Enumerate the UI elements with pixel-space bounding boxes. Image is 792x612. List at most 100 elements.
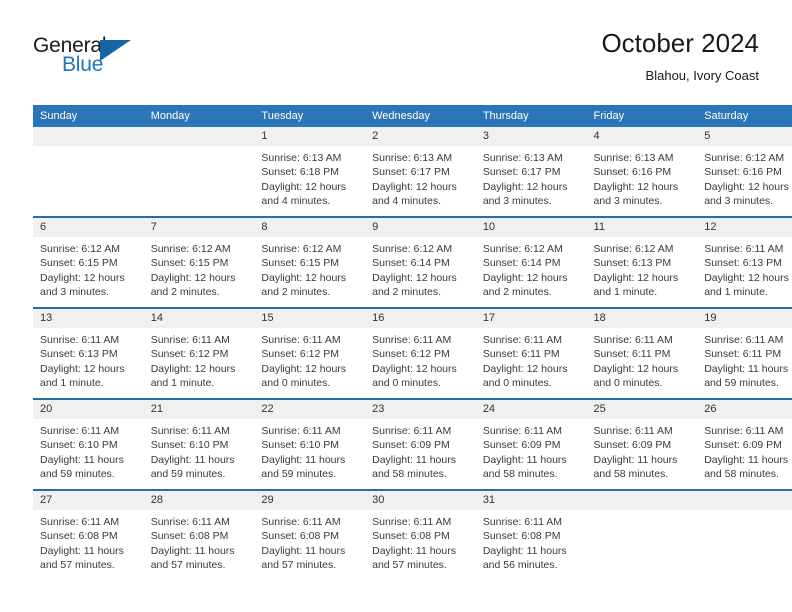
day-details: Sunrise: 6:12 AM Sunset: 6:14 PM Daylight:… xyxy=(365,237,476,300)
day-number: 6 xyxy=(33,218,144,237)
calendar-day-cell[interactable]: 23 Sunrise: 6:11 AM Sunset: 6:09 PM Dayligh… xyxy=(365,398,476,490)
day-number: 13 xyxy=(33,309,144,328)
day-number: 30 xyxy=(365,491,476,510)
sunrise-text: Sunrise: 6:12 AM xyxy=(593,243,674,255)
daylight-text: Daylight: 11 hours xyxy=(40,544,124,557)
calendar-day-cell[interactable]: 28 Sunrise: 6:11 AM Sunset: 6:08 PM Dayligh… xyxy=(143,489,255,580)
calendar-day-cell[interactable]: 27 Sunrise: 6:11 AM Sunset: 6:08 PM Dayligh… xyxy=(33,489,144,580)
daylight-text: Daylight: 11 hours xyxy=(704,453,789,466)
page-title: October 2024 xyxy=(601,28,759,58)
calendar-day-cell[interactable]: 21 Sunrise: 6:11 AM Sunset: 6:10 PM Dayligh… xyxy=(143,398,255,490)
daylight-text: Daylight: 11 hours xyxy=(150,544,235,557)
daylight-text: Daylight: 12 hours xyxy=(372,362,457,375)
day-number: 15 xyxy=(254,309,366,328)
day-details: Sunrise: 6:11 AM Sunset: 6:09 PM Daylight:… xyxy=(476,419,587,482)
sunrise-text: Sunrise: 6:12 AM xyxy=(261,243,342,255)
daylight-text-cont: and 57 minutes. xyxy=(372,559,447,572)
daylight-text: Daylight: 12 hours xyxy=(704,271,789,284)
sunset-text: Sunset: 6:12 PM xyxy=(261,348,340,361)
weekday-header-tuesday: Tuesday xyxy=(254,105,366,127)
calendar-day-cell[interactable]: 14 Sunrise: 6:11 AM Sunset: 6:12 PM Dayligh… xyxy=(143,307,255,399)
day-number: 20 xyxy=(33,400,144,419)
sunset-text: Sunset: 6:16 PM xyxy=(593,166,672,179)
sunset-text: Sunset: 6:08 PM xyxy=(261,530,340,543)
sunrise-text: Sunrise: 6:11 AM xyxy=(372,425,452,437)
calendar-day-cell[interactable]: 10 Sunrise: 6:12 AM Sunset: 6:14 PM Dayligh… xyxy=(475,216,587,308)
sunset-text: Sunset: 6:09 PM xyxy=(372,439,450,452)
sunrise-text: Sunrise: 6:12 AM xyxy=(40,243,120,255)
calendar-day-cell[interactable]: 1 Sunrise: 6:13 AM Sunset: 6:18 PM Daylight… xyxy=(254,127,366,217)
day-details xyxy=(697,510,792,515)
page-header: General Blue October 2024 Blahou, Ivory … xyxy=(33,28,759,98)
weekday-header-sunday: Sunday xyxy=(33,105,144,127)
calendar-day-cell[interactable]: 13 Sunrise: 6:11 AM Sunset: 6:13 PM Dayligh… xyxy=(33,307,144,399)
calendar-day-cell[interactable]: 11 Sunrise: 6:12 AM Sunset: 6:13 PM Dayligh… xyxy=(586,216,698,308)
day-number xyxy=(586,491,698,510)
sunset-text: Sunset: 6:11 PM xyxy=(482,348,560,361)
calendar-day-cell[interactable]: 26 Sunrise: 6:11 AM Sunset: 6:09 PM Dayligh… xyxy=(697,398,792,490)
sunrise-text: Sunrise: 6:11 AM xyxy=(372,516,452,528)
calendar-day-cell[interactable]: 2 Sunrise: 6:13 AM Sunset: 6:17 PM Daylight… xyxy=(365,127,476,217)
calendar-day-cell[interactable]: 25 Sunrise: 6:11 AM Sunset: 6:09 PM Dayligh… xyxy=(586,398,698,490)
day-details: Sunrise: 6:11 AM Sunset: 6:10 PM Daylight:… xyxy=(144,419,255,482)
calendar-day-cell[interactable]: 6 Sunrise: 6:12 AM Sunset: 6:15 PM Daylight… xyxy=(33,216,144,308)
calendar-day-cell[interactable]: 4 Sunrise: 6:13 AM Sunset: 6:16 PM Daylight… xyxy=(586,127,698,217)
calendar-day-cell[interactable]: 31 Sunrise: 6:11 AM Sunset: 6:08 PM Dayligh… xyxy=(475,489,587,580)
weekday-header-monday: Monday xyxy=(143,105,255,127)
daylight-text-cont: and 58 minutes. xyxy=(372,468,447,481)
daylight-text: Daylight: 11 hours xyxy=(593,453,678,466)
day-number: 7 xyxy=(143,218,255,237)
daylight-text: Daylight: 12 hours xyxy=(372,180,457,193)
day-details: Sunrise: 6:13 AM Sunset: 6:18 PM Daylight:… xyxy=(254,146,365,209)
calendar-day-cell[interactable]: 16 Sunrise: 6:11 AM Sunset: 6:12 PM Dayligh… xyxy=(365,307,476,399)
daylight-text-cont: and 4 minutes. xyxy=(372,195,441,208)
calendar-day-cell[interactable]: 20 Sunrise: 6:11 AM Sunset: 6:10 PM Dayligh… xyxy=(33,398,144,490)
sunset-text: Sunset: 6:10 PM xyxy=(40,439,118,452)
day-details xyxy=(144,146,255,151)
sunset-text: Sunset: 6:12 PM xyxy=(372,348,450,361)
calendar-day-cell[interactable]: 29 Sunrise: 6:11 AM Sunset: 6:08 PM Dayligh… xyxy=(254,489,366,580)
calendar-day-cell[interactable]: 17 Sunrise: 6:11 AM Sunset: 6:11 PM Dayligh… xyxy=(475,307,587,399)
sunrise-text: Sunrise: 6:11 AM xyxy=(150,425,230,437)
day-number: 8 xyxy=(254,218,366,237)
calendar-day-cell[interactable]: 19 Sunrise: 6:11 AM Sunset: 6:11 PM Dayligh… xyxy=(697,307,792,399)
sunset-text: Sunset: 6:09 PM xyxy=(593,439,672,452)
calendar-day-cell[interactable]: 12 Sunrise: 6:11 AM Sunset: 6:13 PM Dayligh… xyxy=(697,216,792,308)
sunrise-text: Sunrise: 6:11 AM xyxy=(372,334,452,346)
calendar-day-cell[interactable]: 22 Sunrise: 6:11 AM Sunset: 6:10 PM Dayligh… xyxy=(254,398,366,490)
calendar-day-cell-empty xyxy=(697,489,792,580)
day-details: Sunrise: 6:11 AM Sunset: 6:11 PM Daylight:… xyxy=(587,328,698,391)
daylight-text: Daylight: 12 hours xyxy=(704,180,789,193)
calendar-week-row: 1 Sunrise: 6:13 AM Sunset: 6:18 PM Daylight… xyxy=(33,127,792,217)
calendar-day-cell[interactable]: 5 Sunrise: 6:12 AM Sunset: 6:16 PM Daylight… xyxy=(697,127,792,217)
calendar-day-cell[interactable]: 7 Sunrise: 6:12 AM Sunset: 6:15 PM Daylight… xyxy=(143,216,255,308)
daylight-text-cont: and 3 minutes. xyxy=(40,286,109,299)
calendar-day-cell[interactable]: 8 Sunrise: 6:12 AM Sunset: 6:15 PM Daylight… xyxy=(254,216,366,308)
calendar-day-cell[interactable]: 15 Sunrise: 6:11 AM Sunset: 6:12 PM Dayligh… xyxy=(254,307,366,399)
daylight-text-cont: and 57 minutes. xyxy=(150,559,226,572)
daylight-text-cont: and 58 minutes. xyxy=(482,468,558,481)
sunrise-text: Sunrise: 6:11 AM xyxy=(261,334,341,346)
calendar-day-cell[interactable]: 24 Sunrise: 6:11 AM Sunset: 6:09 PM Dayligh… xyxy=(475,398,587,490)
daylight-text: Daylight: 12 hours xyxy=(372,271,457,284)
daylight-text-cont: and 58 minutes. xyxy=(593,468,669,481)
weekday-header-saturday: Saturday xyxy=(697,105,792,127)
day-number: 31 xyxy=(475,491,587,510)
calendar-day-cell[interactable]: 18 Sunrise: 6:11 AM Sunset: 6:11 PM Dayligh… xyxy=(586,307,698,399)
day-details: Sunrise: 6:13 AM Sunset: 6:16 PM Daylight:… xyxy=(587,146,698,209)
sunset-text: Sunset: 6:14 PM xyxy=(372,257,450,270)
calendar-page: General Blue October 2024 Blahou, Ivory … xyxy=(0,0,792,612)
daylight-text-cont: and 59 minutes. xyxy=(704,377,779,390)
sunset-text: Sunset: 6:17 PM xyxy=(372,166,450,179)
day-number: 23 xyxy=(365,400,476,419)
day-number xyxy=(143,127,255,146)
calendar-day-cell[interactable]: 9 Sunrise: 6:12 AM Sunset: 6:14 PM Daylight… xyxy=(365,216,476,308)
day-details: Sunrise: 6:11 AM Sunset: 6:10 PM Daylight:… xyxy=(254,419,365,482)
calendar-day-cell[interactable]: 30 Sunrise: 6:11 AM Sunset: 6:08 PM Dayligh… xyxy=(365,489,476,580)
calendar-day-cell[interactable]: 3 Sunrise: 6:13 AM Sunset: 6:17 PM Daylight… xyxy=(475,127,587,217)
day-number: 4 xyxy=(586,127,698,146)
daylight-text-cont: and 0 minutes. xyxy=(372,377,441,390)
day-details: Sunrise: 6:11 AM Sunset: 6:11 PM Daylight:… xyxy=(476,328,587,391)
day-details: Sunrise: 6:11 AM Sunset: 6:10 PM Daylight:… xyxy=(33,419,144,482)
page-subtitle: Blahou, Ivory Coast xyxy=(645,68,759,83)
